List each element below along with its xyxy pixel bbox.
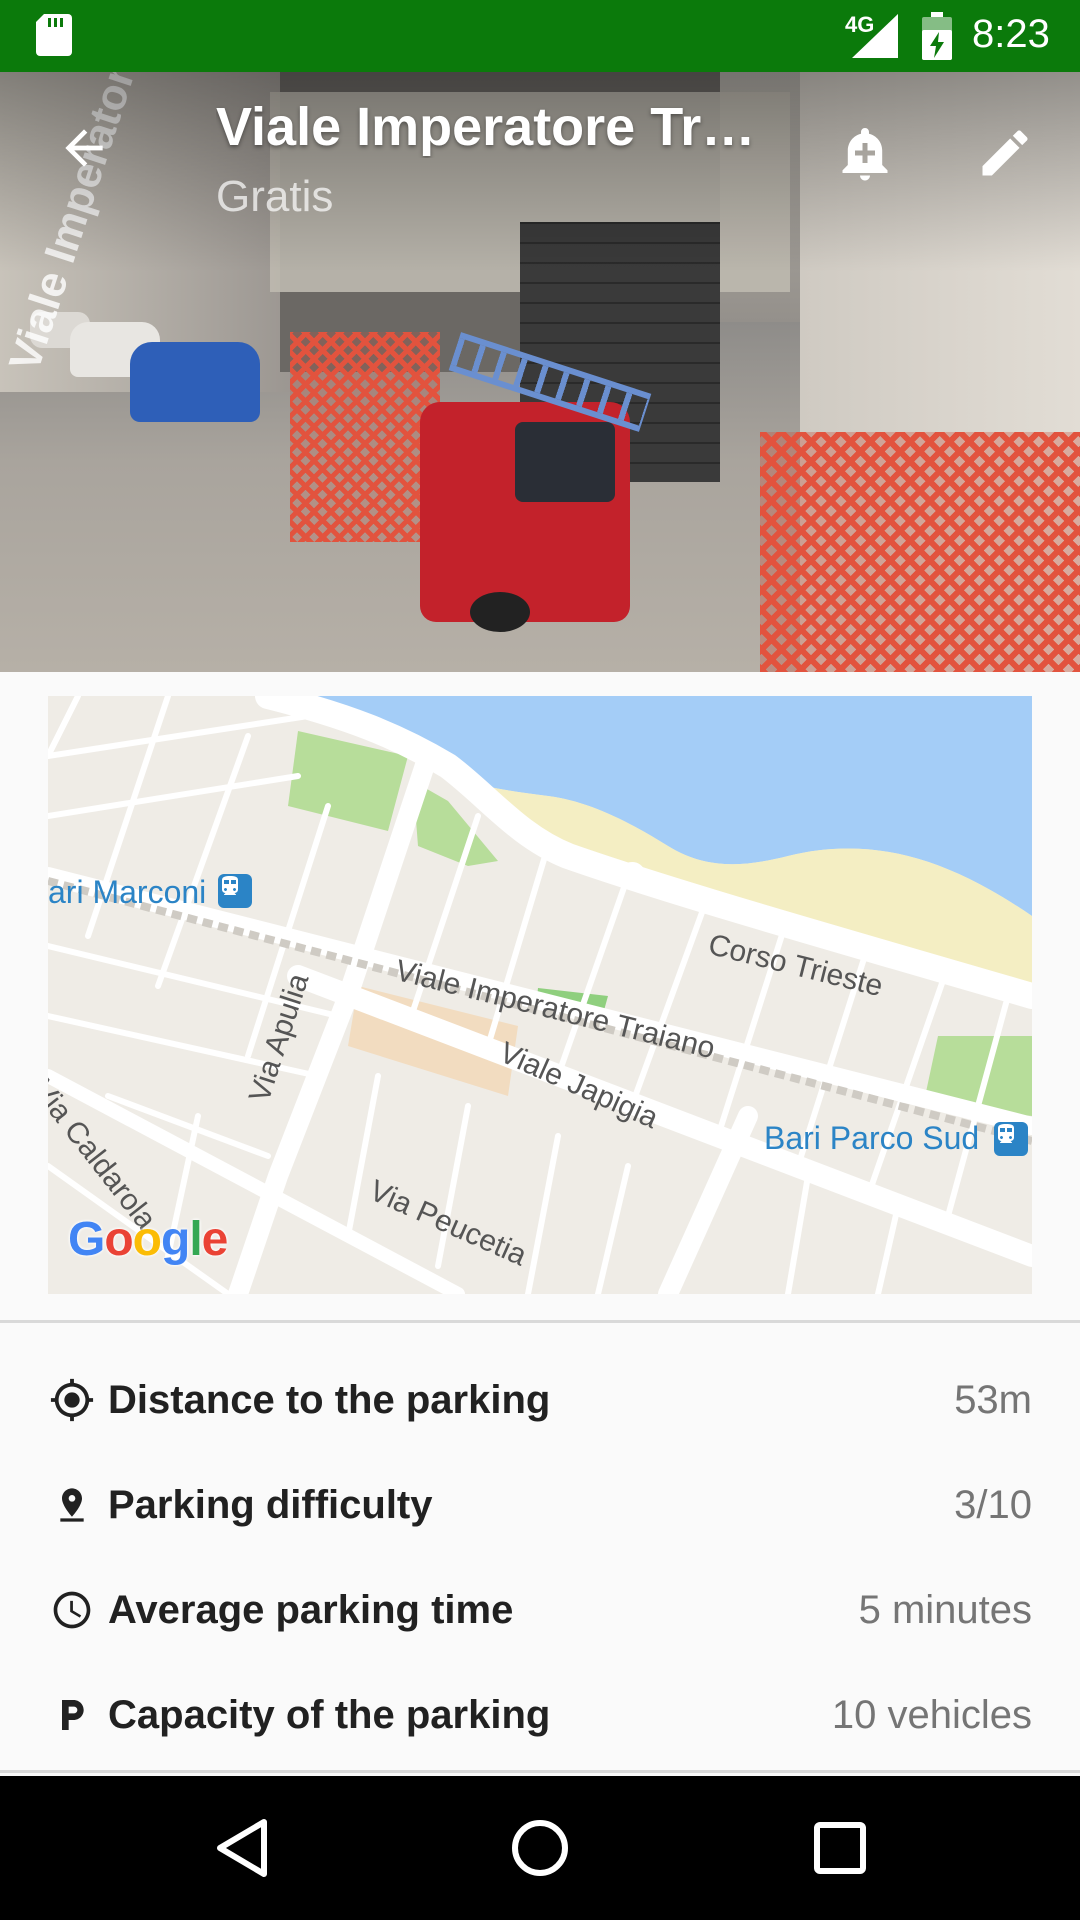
nav-recents-button[interactable] xyxy=(804,1812,876,1884)
info-label: Average parking time xyxy=(108,1588,514,1632)
info-value: 3/10 xyxy=(954,1483,1032,1527)
signal-icon xyxy=(852,14,898,58)
triangle-back-icon xyxy=(217,1819,267,1877)
pin-icon xyxy=(48,1481,96,1529)
square-recents-icon xyxy=(814,1822,866,1874)
section-divider xyxy=(0,1320,1080,1323)
add-alert-button[interactable] xyxy=(830,117,900,189)
sd-card-icon xyxy=(36,14,72,56)
arrow-back-icon xyxy=(65,129,103,167)
info-value: 5 minutes xyxy=(858,1588,1032,1632)
info-label: Parking difficulty xyxy=(108,1483,433,1527)
edit-button[interactable] xyxy=(970,117,1040,189)
crosshair-icon xyxy=(48,1376,96,1424)
pencil-icon xyxy=(982,130,1028,176)
train-station-icon[interactable] xyxy=(218,874,252,908)
hero-fence-left xyxy=(290,332,440,542)
hero-car xyxy=(130,342,260,422)
info-row-capacity: Capacity of the parking 10 vehicles xyxy=(0,1665,1080,1769)
hero-fence-right xyxy=(760,432,1080,672)
info-label: Capacity of the parking xyxy=(108,1693,551,1737)
hero-van-wheel xyxy=(470,592,530,632)
info-value: 10 vehicles xyxy=(831,1693,1032,1737)
parking-p-icon xyxy=(48,1691,96,1739)
back-button[interactable] xyxy=(48,112,120,184)
nav-home-button[interactable] xyxy=(504,1812,576,1884)
circle-home-icon xyxy=(512,1820,568,1876)
info-row-distance: Distance to the parking 53m xyxy=(0,1350,1080,1454)
info-row-difficulty: Parking difficulty 3/10 xyxy=(0,1455,1080,1559)
info-label: Distance to the parking xyxy=(108,1378,551,1422)
battery-icon xyxy=(922,12,952,60)
add-alert-icon xyxy=(842,128,888,181)
info-value: 53m xyxy=(954,1378,1032,1422)
app-bar: Viale Imperatore Tr… Gratis xyxy=(0,72,1080,232)
section-divider xyxy=(0,1770,1080,1773)
map-label-marconi: ari Marconi xyxy=(48,874,207,910)
clock-icon xyxy=(48,1586,96,1634)
map-label-bari-parco-sud: Bari Parco Sud xyxy=(764,1120,980,1156)
status-bar: 4G 8:23 xyxy=(0,0,1080,72)
train-icon xyxy=(998,1124,1014,1143)
system-nav-bar xyxy=(0,1776,1080,1920)
page-title: Viale Imperatore Tr… xyxy=(216,97,756,157)
train-station-icon[interactable] xyxy=(994,1122,1028,1156)
page-subtitle: Gratis xyxy=(216,172,334,221)
map-view[interactable]: ari Marconi Corso Trieste Viale Imperato… xyxy=(48,696,1032,1294)
clock-time: 8:23 xyxy=(972,12,1050,56)
hero-van-window xyxy=(515,422,615,502)
info-row-avg-time: Average parking time 5 minutes xyxy=(0,1560,1080,1664)
nav-back-button[interactable] xyxy=(206,1812,278,1884)
train-icon xyxy=(222,876,238,895)
google-logo: Google xyxy=(68,1213,228,1266)
